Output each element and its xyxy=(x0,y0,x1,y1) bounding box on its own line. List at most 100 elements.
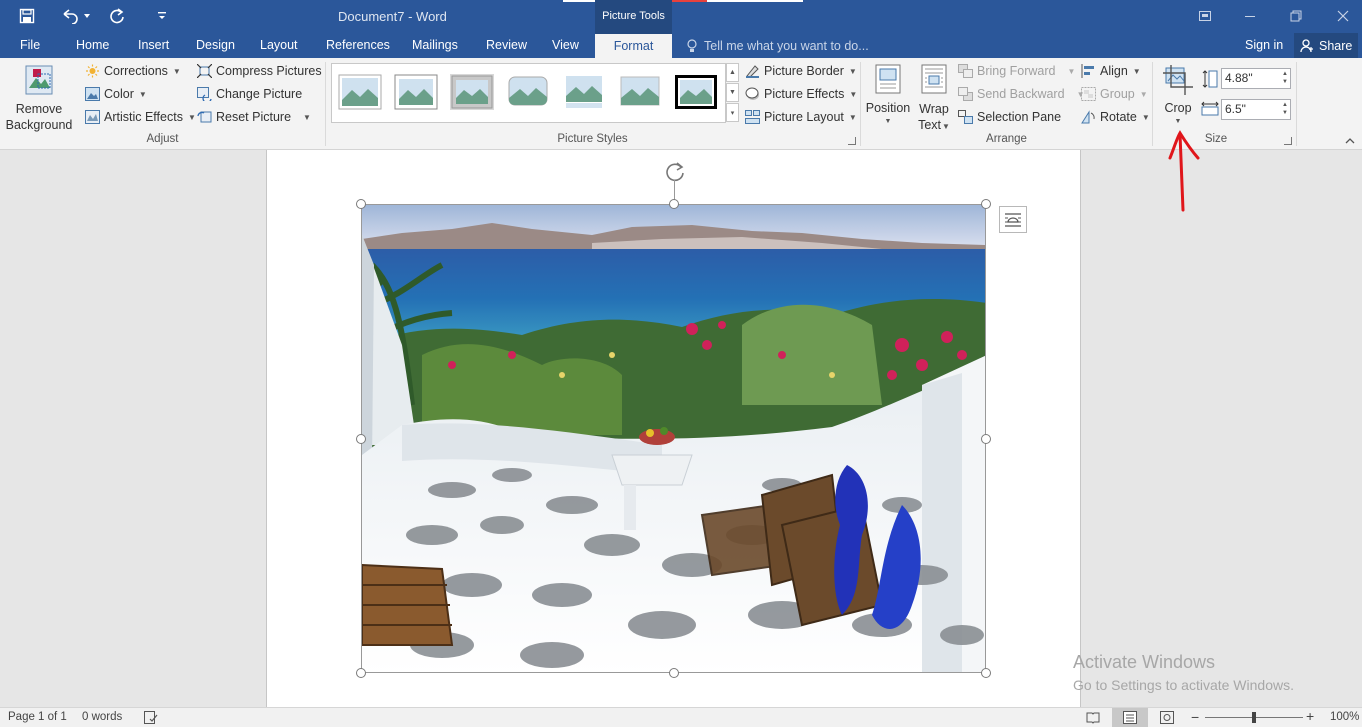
tab-format[interactable]: Format xyxy=(595,33,672,58)
corrections-label: Corrections xyxy=(104,64,168,78)
layout-options-button[interactable] xyxy=(999,206,1027,233)
redo-icon[interactable] xyxy=(106,6,128,26)
send-backward-label: Send Backward xyxy=(977,87,1065,101)
resize-handle-right[interactable] xyxy=(981,434,991,444)
proofing-icon[interactable] xyxy=(144,711,158,724)
picture-style-thumb[interactable] xyxy=(338,74,382,110)
share-button[interactable]: Share xyxy=(1294,33,1358,58)
position-button[interactable]: Position ▼ xyxy=(864,62,912,132)
resize-handle-top-right[interactable] xyxy=(981,199,991,209)
crop-button[interactable]: Crop ▼ xyxy=(1158,62,1198,132)
send-backward-button[interactable]: Send Backward ▼ xyxy=(958,84,1084,104)
web-layout-icon[interactable] xyxy=(1160,711,1174,724)
gallery-down-icon[interactable]: ▼ xyxy=(726,83,739,102)
wrap-text-button[interactable]: Wrap Text▼ xyxy=(914,62,954,132)
picture-style-thumb[interactable] xyxy=(562,74,606,110)
print-layout-button[interactable] xyxy=(1112,708,1148,727)
adjust-group-label: Adjust xyxy=(146,133,179,145)
bring-forward-button[interactable]: Bring Forward ▼ xyxy=(958,61,1075,81)
selection-pane-button[interactable]: Selection Pane xyxy=(958,107,1061,127)
corrections-button[interactable]: Corrections ▼ xyxy=(85,61,181,81)
resize-handle-left[interactable] xyxy=(356,434,366,444)
artistic-effects-icon xyxy=(85,110,100,124)
tab-file[interactable]: File xyxy=(20,33,40,58)
shape-width-field[interactable]: 6.5" ▲ ▼ xyxy=(1221,99,1291,120)
inserted-picture[interactable] xyxy=(361,204,986,673)
picture-effects-button[interactable]: Picture Effects ▼ xyxy=(745,84,857,104)
picture-style-thumb[interactable] xyxy=(506,74,550,110)
group-label: Group xyxy=(1100,87,1135,101)
position-label: Position xyxy=(865,101,911,115)
zoom-out-icon[interactable]: − xyxy=(1191,709,1199,725)
zoom-slider-thumb[interactable] xyxy=(1252,712,1256,723)
picture-style-thumb[interactable] xyxy=(674,74,718,110)
restore-icon[interactable] xyxy=(1284,5,1308,27)
minimize-icon[interactable] xyxy=(1238,5,1262,27)
page-count[interactable]: Page 1 of 1 xyxy=(8,711,67,723)
color-button[interactable]: Color ▼ xyxy=(85,84,147,104)
tell-me-text: Tell me what you want to do... xyxy=(704,38,869,53)
reset-picture-button[interactable]: Reset Picture ▼ xyxy=(197,107,311,127)
tab-references[interactable]: References xyxy=(326,33,390,58)
picture-style-thumb[interactable] xyxy=(618,74,662,110)
close-icon[interactable] xyxy=(1331,5,1355,27)
tab-mailings[interactable]: Mailings xyxy=(412,33,458,58)
zoom-level[interactable]: 100% xyxy=(1330,711,1359,723)
tab-review[interactable]: Review xyxy=(486,33,527,58)
tab-layout[interactable]: Layout xyxy=(260,33,298,58)
picture-style-thumb[interactable] xyxy=(450,74,494,110)
gallery-more-icon[interactable]: ▾ xyxy=(726,103,739,122)
dropdown-caret-icon: ▼ xyxy=(1174,118,1182,125)
artistic-effects-label: Artistic Effects xyxy=(104,110,183,124)
resize-handle-top[interactable] xyxy=(669,199,679,209)
dialog-launcher-icon[interactable] xyxy=(848,137,856,145)
tab-view[interactable]: View xyxy=(552,33,579,58)
remove-background-button[interactable]: Remove Background xyxy=(4,62,74,132)
change-picture-button[interactable]: Change Picture xyxy=(197,84,302,104)
read-mode-icon[interactable] xyxy=(1086,711,1100,724)
tab-insert[interactable]: Insert xyxy=(138,33,169,58)
layout-options-icon xyxy=(1005,212,1021,227)
word-count[interactable]: 0 words xyxy=(82,711,122,723)
spin-down-icon[interactable]: ▼ xyxy=(1282,110,1288,117)
group-button[interactable]: Group ▼ xyxy=(1081,84,1148,104)
dialog-launcher-icon[interactable] xyxy=(1284,137,1292,145)
rotate-button[interactable]: Rotate ▼ xyxy=(1081,107,1150,127)
zoom-slider[interactable] xyxy=(1205,712,1303,723)
dropdown-caret-icon: ▼ xyxy=(1139,89,1148,99)
tell-me-box[interactable]: Tell me what you want to do... xyxy=(686,33,869,58)
picture-border-button[interactable]: Picture Border ▼ xyxy=(745,61,857,81)
shape-height-field[interactable]: 4.88" ▲ ▼ xyxy=(1221,68,1291,89)
rotate-handle-icon[interactable] xyxy=(663,159,687,183)
align-button[interactable]: Align ▼ xyxy=(1081,61,1141,81)
align-icon xyxy=(1081,64,1094,78)
dropdown-caret-icon: ▼ xyxy=(1132,66,1141,76)
tab-home[interactable]: Home xyxy=(76,33,109,58)
undo-icon[interactable] xyxy=(58,6,92,26)
collapse-ribbon-icon[interactable] xyxy=(1345,137,1355,145)
group-icon xyxy=(1081,87,1096,101)
resize-handle-top-left[interactable] xyxy=(356,199,366,209)
gallery-up-icon[interactable]: ▲ xyxy=(726,63,739,82)
resize-handle-bottom[interactable] xyxy=(669,668,679,678)
word-window: Document7 - Word Picture Tools File Home… xyxy=(0,0,1362,727)
resize-handle-bottom-left[interactable] xyxy=(356,668,366,678)
zoom-in-icon[interactable]: + xyxy=(1306,708,1314,724)
arrange-group-label: Arrange xyxy=(986,133,1027,145)
align-label: Align xyxy=(1100,64,1128,78)
ribbon-display-icon[interactable] xyxy=(1193,5,1217,27)
sign-in-link[interactable]: Sign in xyxy=(1245,33,1283,57)
artistic-effects-button[interactable]: Artistic Effects ▼ xyxy=(85,107,196,127)
picture-layout-button[interactable]: Picture Layout ▼ xyxy=(745,107,857,127)
save-icon[interactable] xyxy=(16,6,38,26)
spin-up-icon[interactable]: ▲ xyxy=(1282,71,1288,78)
spin-down-icon[interactable]: ▼ xyxy=(1282,79,1288,86)
customize-icon[interactable] xyxy=(152,6,172,26)
compress-pictures-button[interactable]: Compress Pictures xyxy=(197,61,322,81)
spin-up-icon[interactable]: ▲ xyxy=(1282,102,1288,109)
tab-design[interactable]: Design xyxy=(196,33,235,58)
ribbon: Remove Background Corrections ▼ Color ▼ Ar… xyxy=(0,58,1362,150)
picture-style-thumb[interactable] xyxy=(394,74,438,110)
picture-styles-gallery xyxy=(331,63,726,123)
resize-handle-bottom-right[interactable] xyxy=(981,668,991,678)
